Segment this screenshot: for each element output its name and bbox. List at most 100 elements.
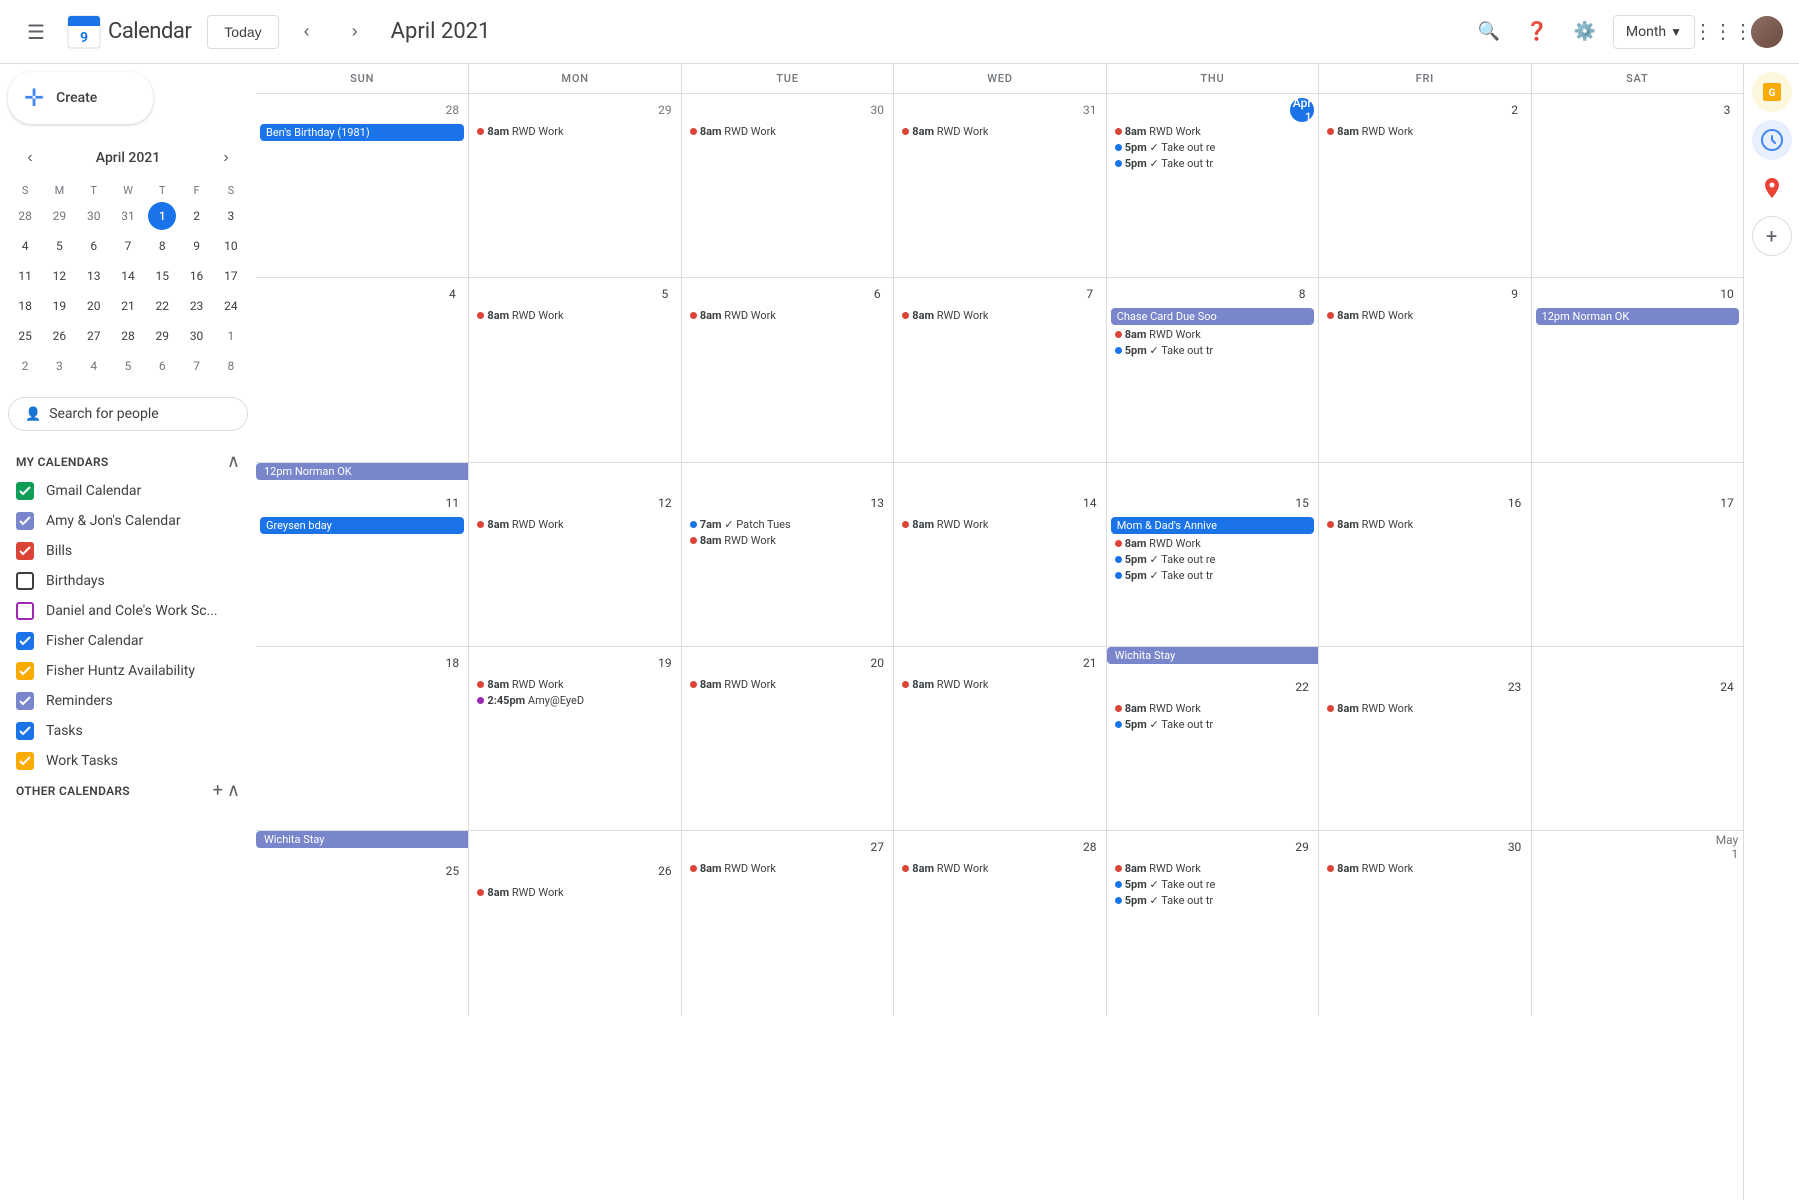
event-rwd-work[interactable]: 8am RWD Work xyxy=(898,308,1101,323)
calendar-checkbox-reminders[interactable] xyxy=(16,692,34,710)
prev-button[interactable]: ‹ xyxy=(287,12,327,52)
event-take-out[interactable]: 5pm ✓ Take out re xyxy=(1111,552,1314,567)
mini-day[interactable]: 18 xyxy=(11,292,39,320)
cal-cell-apr26[interactable]: 26 8am RWD Work xyxy=(468,831,680,1015)
sidebar-item-fisher[interactable]: Fisher Calendar xyxy=(8,626,248,656)
event-rwd-work[interactable]: 8am RWD Work xyxy=(473,677,676,692)
cal-cell-apr29[interactable]: 29 8am RWD Work 5pm ✓ Take out re 5pm ✓ … xyxy=(1106,831,1318,1015)
event-rwd-work[interactable]: 8am RWD Work xyxy=(473,517,676,532)
help-button[interactable]: ❓ xyxy=(1517,12,1557,52)
mini-day[interactable]: 5 xyxy=(45,232,73,260)
event-take-out[interactable]: 5pm ✓ Take out re xyxy=(1111,877,1314,892)
cal-cell-apr24[interactable]: 24 xyxy=(1531,647,1743,830)
cal-cell-apr19[interactable]: 19 8am RWD Work 2:45pm Amy@EyeD xyxy=(468,647,680,830)
mini-day[interactable]: 19 xyxy=(45,292,73,320)
mini-day[interactable]: 8 xyxy=(148,232,176,260)
mini-day[interactable]: 31 xyxy=(114,202,142,230)
mini-day[interactable]: 13 xyxy=(80,262,108,290)
cal-cell-apr9[interactable]: 9 8am RWD Work xyxy=(1318,278,1530,461)
mini-day[interactable]: 2 xyxy=(11,352,39,380)
cal-cell-apr14[interactable]: 14 8am RWD Work xyxy=(893,463,1105,646)
mini-day[interactable]: 27 xyxy=(80,322,108,350)
sidebar-item-daniel[interactable]: Daniel and Cole's Work Sc... xyxy=(8,596,248,626)
mini-day[interactable]: 10 xyxy=(217,232,245,260)
mini-day[interactable]: 6 xyxy=(148,352,176,380)
mini-day[interactable]: 25 xyxy=(11,322,39,350)
sidebar-item-birthdays[interactable]: Birthdays xyxy=(8,566,248,596)
calendar-checkbox-daniel[interactable] xyxy=(16,602,34,620)
event-norman-ok-span[interactable]: 12pm Norman OK xyxy=(256,463,468,480)
event-rwd-work[interactable]: 8am RWD Work xyxy=(898,124,1101,139)
event-take-out[interactable]: 5pm ✓ Take out tr xyxy=(1111,343,1314,358)
mini-day[interactable]: 3 xyxy=(45,352,73,380)
mini-day[interactable]: 21 xyxy=(114,292,142,320)
event-rwd-work[interactable]: 8am RWD Work xyxy=(1111,124,1314,139)
event-rwd-work[interactable]: 8am RWD Work xyxy=(1323,308,1526,323)
event-rwd-work[interactable]: 8am RWD Work xyxy=(1111,536,1314,551)
cal-cell-apr15[interactable]: 15 Mom & Dad's Annive 8am RWD Work 5pm ✓… xyxy=(1106,463,1318,646)
cal-cell-apr17[interactable]: 17 xyxy=(1531,463,1743,646)
event-take-out[interactable]: 5pm ✓ Take out re xyxy=(1111,140,1314,155)
mini-day[interactable]: 12 xyxy=(45,262,73,290)
sidebar-item-bills[interactable]: Bills xyxy=(8,536,248,566)
event-rwd-work[interactable]: 8am RWD Work xyxy=(686,124,889,139)
cal-cell-apr30[interactable]: 30 8am RWD Work xyxy=(1318,831,1530,1015)
event-rwd-work[interactable]: 8am RWD Work xyxy=(898,517,1101,532)
cal-cell-apr13[interactable]: 13 7am ✓ Patch Tues 8am RWD Work xyxy=(681,463,893,646)
sidebar-item-amy-jon[interactable]: Amy & Jon's Calendar xyxy=(8,506,248,536)
mini-day[interactable]: 15 xyxy=(148,262,176,290)
event-chase-card[interactable]: Chase Card Due Soo xyxy=(1111,308,1314,325)
mini-day[interactable]: 14 xyxy=(114,262,142,290)
cal-cell-apr20[interactable]: 20 8am RWD Work xyxy=(681,647,893,830)
event-greysen-bday[interactable]: Greysen bday xyxy=(260,517,464,534)
cal-cell-apr7[interactable]: 7 8am RWD Work xyxy=(893,278,1105,461)
event-rwd-work[interactable]: 8am RWD Work xyxy=(898,677,1101,692)
calendar-checkbox-fisher-huntz[interactable] xyxy=(16,662,34,680)
event-rwd-work[interactable]: 8am RWD Work xyxy=(1323,517,1526,532)
cal-cell-apr3[interactable]: 3 xyxy=(1531,94,1743,277)
calendar-checkbox-gmail[interactable] xyxy=(16,482,34,500)
my-calendars-section-header[interactable]: My calendars ∧ xyxy=(8,447,248,476)
calendar-checkbox-birthdays[interactable] xyxy=(16,572,34,590)
mini-day[interactable]: 17 xyxy=(217,262,245,290)
mini-day[interactable]: 24 xyxy=(217,292,245,320)
event-rwd-work[interactable]: 8am RWD Work xyxy=(1111,861,1314,876)
sidebar-item-tasks[interactable]: Tasks xyxy=(8,716,248,746)
mini-day[interactable]: 4 xyxy=(80,352,108,380)
event-rwd-work[interactable]: 8am RWD Work xyxy=(1111,701,1314,716)
mini-day[interactable]: 7 xyxy=(114,232,142,260)
search-button[interactable]: 🔍 xyxy=(1469,12,1509,52)
event-wichita-stay-span[interactable]: Wichita Stay xyxy=(1107,647,1318,664)
event-rwd-work[interactable]: 8am RWD Work xyxy=(473,308,676,323)
cal-cell-apr25[interactable]: Wichita Stay 25 xyxy=(256,831,468,1015)
mini-day[interactable]: 26 xyxy=(45,322,73,350)
mini-day[interactable]: 28 xyxy=(114,322,142,350)
cal-cell-apr23[interactable]: 23 8am RWD Work xyxy=(1318,647,1530,830)
event-norman-ok[interactable]: 12pm Norman OK xyxy=(1536,308,1739,325)
mini-day[interactable]: 4 xyxy=(11,232,39,260)
mini-day[interactable]: 3 xyxy=(217,202,245,230)
mini-day[interactable]: 29 xyxy=(148,322,176,350)
event-rwd-work[interactable]: 8am RWD Work xyxy=(1323,861,1526,876)
apps-button[interactable]: ⋮⋮⋮ xyxy=(1703,12,1743,52)
mini-day[interactable]: 22 xyxy=(148,292,176,320)
mini-day[interactable]: 7 xyxy=(183,352,211,380)
mini-day-today[interactable]: 1 xyxy=(148,202,176,230)
mini-day[interactable]: 9 xyxy=(183,232,211,260)
mini-day[interactable]: 2 xyxy=(183,202,211,230)
event-rwd-work[interactable]: 8am RWD Work xyxy=(1323,701,1526,716)
event-take-out[interactable]: 5pm ✓ Take out tr xyxy=(1111,717,1314,732)
mini-next-button[interactable]: › xyxy=(212,144,240,172)
event-wichita-stay-span2[interactable]: Wichita Stay xyxy=(256,831,468,848)
event-bens-birthday[interactable]: Ben's Birthday (1981) xyxy=(260,124,464,141)
search-people-input[interactable]: 👤 Search for people xyxy=(8,397,248,431)
event-take-out-2[interactable]: 5pm ✓ Take out tr xyxy=(1111,156,1314,171)
calendar-checkbox-bills[interactable] xyxy=(16,542,34,560)
sidebar-item-fisher-huntz[interactable]: Fisher Huntz Availability xyxy=(8,656,248,686)
create-button[interactable]: ✛ Create xyxy=(8,72,153,124)
cal-cell-apr1[interactable]: Apr 1 8am RWD Work 5pm ✓ Take out re 5pm… xyxy=(1106,94,1318,277)
sidebar-item-reminders[interactable]: Reminders xyxy=(8,686,248,716)
cal-cell-apr27[interactable]: 27 8am RWD Work xyxy=(681,831,893,1015)
mini-day[interactable]: 11 xyxy=(11,262,39,290)
cal-cell-apr4[interactable]: 4 xyxy=(256,278,468,461)
